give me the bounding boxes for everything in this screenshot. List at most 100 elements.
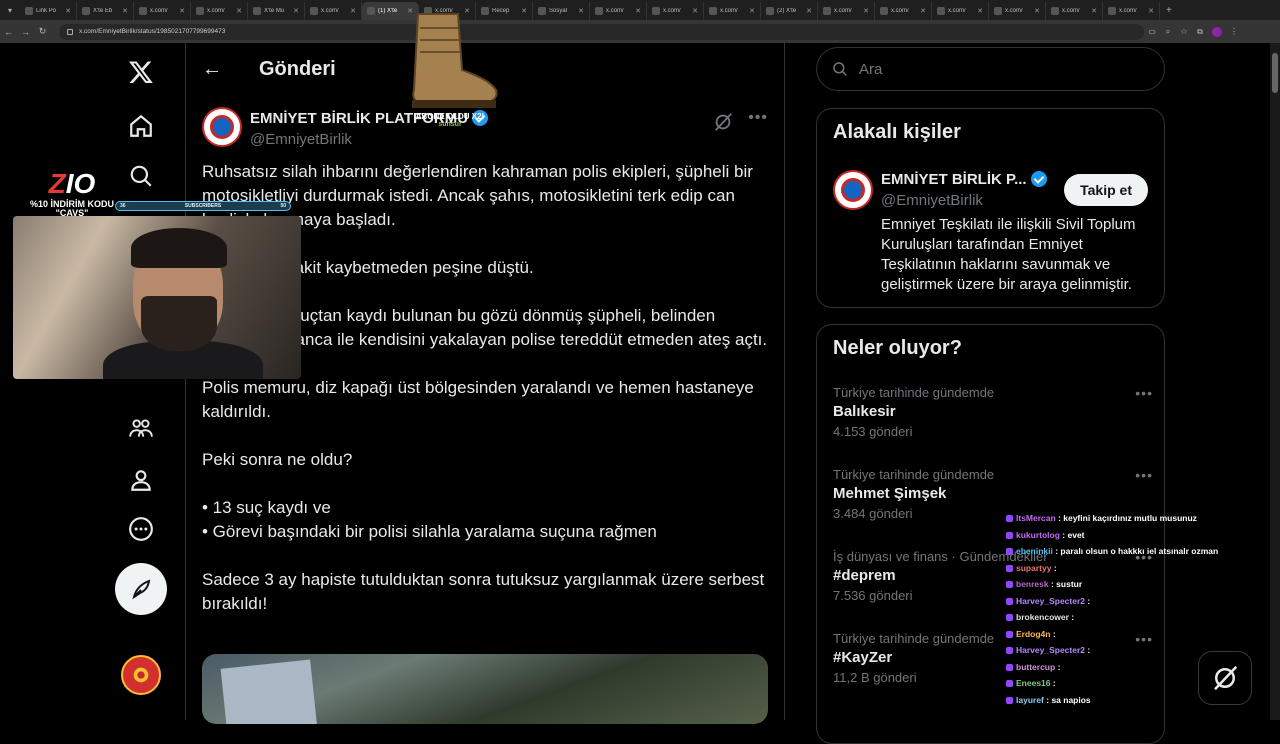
browser-tab[interactable]: x.com/ ✕ (305, 2, 362, 20)
tab-favicon-icon (994, 7, 1002, 15)
sub-count: 36 (120, 203, 126, 209)
chat-message: buttercup : (1006, 659, 1246, 676)
tab-close-icon[interactable]: ✕ (1034, 7, 1040, 15)
tab-close-icon[interactable]: ✕ (122, 7, 128, 15)
tab-close-icon[interactable]: ✕ (692, 7, 698, 15)
chat-badge-icon (1006, 696, 1013, 704)
chat-username: Erdog4n (1016, 628, 1051, 639)
trend-item[interactable]: Türkiye tarihinde gündemde Balıkesir 4.153… (833, 385, 1153, 439)
chat-badge-icon (1006, 630, 1013, 638)
feather-icon (132, 579, 151, 600)
browser-tab[interactable]: x.com/ ✕ (875, 2, 932, 20)
tab-title: x.com/ (720, 8, 738, 14)
chat-text: : (1052, 678, 1056, 688)
cast-icon[interactable]: ▭ (1144, 27, 1160, 36)
chat-text: : keyfini kaçırdınız mutlu musunuz (1058, 513, 1197, 523)
boot-alert-caption: ABONE OLDU X2! sunsur (400, 112, 500, 128)
tab-close-icon[interactable]: ✕ (179, 7, 185, 15)
new-tab-button[interactable]: + (1160, 5, 1178, 16)
chat-message: Erdog4n : (1006, 626, 1246, 643)
account-avatar[interactable] (121, 655, 161, 695)
chat-text: : sa napios (1046, 694, 1091, 705)
tab-close-icon[interactable]: ✕ (521, 7, 527, 15)
tab-close-icon[interactable]: ✕ (1148, 7, 1154, 15)
tab-close-icon[interactable]: ✕ (236, 7, 242, 15)
related-handle[interactable]: @EmniyetBirlik (881, 192, 983, 209)
browser-tab[interactable]: Link Po ✕ (20, 2, 77, 20)
browser-tab[interactable]: (2) X'te ✕ (761, 2, 818, 20)
tab-search-icon[interactable]: ▾ (0, 0, 20, 20)
tab-close-icon[interactable]: ✕ (578, 7, 584, 15)
trend-more-icon[interactable]: ••• (1135, 467, 1153, 483)
tab-close-icon[interactable]: ✕ (635, 7, 641, 15)
boot-alert-image (412, 13, 498, 108)
tab-title: x.com/ (321, 8, 339, 14)
browser-tab[interactable]: x.com/ ✕ (134, 2, 191, 20)
post-media-video[interactable] (202, 654, 768, 724)
tab-close-icon[interactable]: ✕ (65, 7, 71, 15)
browser-tab[interactable]: x.com/ ✕ (1103, 2, 1160, 20)
browser-tab[interactable]: x.com/ ✕ (647, 2, 704, 20)
trend-name: Mehmet Şimşek (833, 485, 947, 502)
author-handle[interactable]: @EmniyetBirlik (250, 131, 352, 148)
back-icon[interactable]: ← (0, 27, 17, 37)
tab-close-icon[interactable]: ✕ (293, 7, 299, 15)
profile-icon[interactable] (126, 465, 156, 495)
browser-tab[interactable]: x.com/ ✕ (704, 2, 761, 20)
profile-avatar[interactable] (1212, 26, 1222, 37)
back-arrow-icon[interactable]: ← (202, 58, 224, 81)
browser-tab[interactable]: x.com/ ✕ (818, 2, 875, 20)
more-options-icon[interactable] (126, 514, 156, 544)
tab-close-icon[interactable]: ✕ (920, 7, 926, 15)
explore-search-icon[interactable] (126, 161, 156, 191)
tab-close-icon[interactable]: ✕ (806, 7, 812, 15)
site-info-icon[interactable] (67, 28, 73, 35)
tab-close-icon[interactable]: ✕ (749, 7, 755, 15)
forward-icon[interactable]: → (17, 27, 34, 37)
grok-icon[interactable] (712, 111, 734, 133)
related-name[interactable]: EMNİYET BİRLİK P... (881, 171, 1047, 188)
logo-letters: IO (65, 168, 96, 199)
x-logo-icon[interactable] (126, 57, 156, 87)
browser-tab[interactable]: x.com/ ✕ (191, 2, 248, 20)
post-more-icon[interactable]: ••• (748, 109, 768, 127)
browser-tab[interactable]: x.com/ ✕ (932, 2, 989, 20)
extensions-icon[interactable]: ⧉ (1192, 27, 1208, 37)
chat-text: : (1087, 645, 1091, 655)
search-input[interactable] (859, 60, 1139, 78)
browser-tab[interactable]: Sosyal ✕ (533, 2, 590, 20)
tab-close-icon[interactable]: ✕ (977, 7, 983, 15)
browser-tab[interactable]: x.com/ ✕ (1046, 2, 1103, 20)
communities-icon[interactable] (126, 413, 156, 443)
reload-icon[interactable]: ↻ (34, 26, 51, 37)
search-box[interactable] (816, 47, 1165, 91)
tab-title: X'te Eb (93, 8, 113, 14)
scrollbar-thumb[interactable] (1272, 53, 1278, 93)
alert-caption-1: ABONE OLDU X2! (415, 112, 485, 121)
bookmark-star-icon[interactable]: ☆ (1176, 27, 1192, 36)
sub-label: SUBSCRIBERS (184, 203, 222, 209)
related-avatar[interactable] (833, 170, 873, 210)
tab-close-icon[interactable]: ✕ (863, 7, 869, 15)
trends-title: Neler oluyor? (833, 337, 962, 359)
browser-menu-icon[interactable]: ⋮ (1226, 27, 1242, 36)
author-avatar[interactable] (202, 107, 242, 147)
sidebar-nav (100, 43, 184, 720)
browser-tab[interactable]: X'te Mu ✕ (248, 2, 305, 20)
streamer-webcam (13, 216, 301, 379)
home-icon[interactable] (126, 111, 156, 141)
chat-message: Enees16 : (1006, 675, 1246, 692)
trend-more-icon[interactable]: ••• (1135, 385, 1153, 401)
stream-sponsor-logo: ZIO %10 İNDİRİM KODU "CAVS" (24, 168, 120, 218)
chat-text: : (1053, 562, 1057, 573)
browser-tab[interactable]: X'te Eb ✕ (77, 2, 134, 20)
browser-tab[interactable]: x.com/ ✕ (989, 2, 1046, 20)
follow-button[interactable]: Takip et (1064, 174, 1148, 206)
tab-close-icon[interactable]: ✕ (1091, 7, 1097, 15)
url-bar[interactable]: x.com/EmniyetBirlik/status/1985021707799… (59, 23, 1144, 40)
browser-tab[interactable]: x.com/ ✕ (590, 2, 647, 20)
compose-post-button[interactable] (115, 563, 167, 615)
tab-close-icon[interactable]: ✕ (350, 7, 356, 15)
zoom-icon[interactable]: ⌕ (1160, 27, 1176, 37)
page-scrollbar[interactable] (1270, 43, 1280, 720)
